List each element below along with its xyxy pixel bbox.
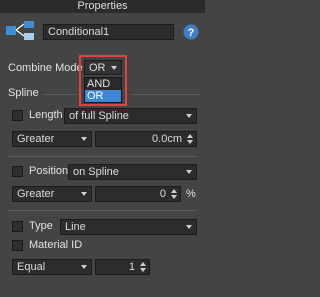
section-divider: [8, 156, 198, 157]
combine-mode-dropdown: AND OR: [84, 77, 122, 103]
length-compare-value: Greater: [17, 133, 55, 145]
position-value-text: 0: [159, 188, 166, 200]
position-compare-select[interactable]: Greater: [12, 186, 92, 202]
material-compare-value: Equal: [17, 261, 46, 273]
spline-group-divider: [42, 94, 78, 95]
spinner-icon[interactable]: [140, 261, 147, 273]
combine-mode-value: OR: [89, 62, 106, 74]
svg-text:?: ?: [188, 27, 195, 39]
chevron-down-icon: [111, 66, 117, 70]
length-value-input[interactable]: 0.0cm: [95, 131, 197, 147]
chevron-down-icon: [186, 114, 192, 118]
type-select[interactable]: Line: [60, 219, 197, 235]
chevron-down-icon: [81, 265, 87, 269]
spinner-icon[interactable]: [171, 188, 178, 200]
position-mode-select[interactable]: on Spline: [68, 164, 197, 180]
spline-group-divider-right: [130, 94, 200, 95]
spline-group-label: Spline: [8, 87, 39, 99]
section-divider: [8, 210, 198, 211]
position-label: Position: [29, 165, 69, 177]
length-checkbox[interactable]: [12, 110, 23, 121]
length-mode-value: of full Spline: [69, 110, 129, 122]
length-value-text: 0.0cm: [152, 133, 182, 145]
position-unit: %: [186, 188, 196, 200]
length-label: Length: [29, 109, 63, 121]
position-checkbox[interactable]: [12, 166, 23, 177]
position-value-input[interactable]: 0: [95, 186, 181, 202]
material-label: Material ID: [29, 239, 83, 251]
chevron-down-icon: [186, 170, 192, 174]
chevron-down-icon: [81, 137, 87, 141]
combine-mode-label: Combine Mode: [8, 62, 83, 74]
spinner-icon[interactable]: [187, 133, 194, 145]
type-checkbox[interactable]: [12, 221, 23, 232]
position-mode-value: on Spline: [73, 166, 119, 178]
type-label: Type: [29, 220, 53, 232]
chevron-down-icon: [186, 225, 192, 229]
conditional-object-icon: [5, 20, 37, 42]
combine-option-and[interactable]: AND: [85, 78, 121, 90]
position-compare-value: Greater: [17, 188, 55, 200]
help-icon[interactable]: ?: [183, 24, 199, 40]
material-compare-select[interactable]: Equal: [12, 259, 92, 275]
window-title: Properties: [0, 0, 205, 13]
material-value-input[interactable]: 1: [95, 259, 150, 275]
object-name-input[interactable]: Conditional1: [43, 24, 174, 40]
combine-option-or[interactable]: OR: [85, 90, 121, 102]
length-mode-select[interactable]: of full Spline: [64, 108, 197, 124]
combine-mode-select[interactable]: OR: [84, 60, 122, 75]
material-value-text: 1: [128, 261, 135, 273]
material-checkbox[interactable]: [12, 240, 23, 251]
chevron-down-icon: [81, 192, 87, 196]
length-compare-select[interactable]: Greater: [12, 131, 92, 147]
type-value: Line: [65, 221, 86, 233]
